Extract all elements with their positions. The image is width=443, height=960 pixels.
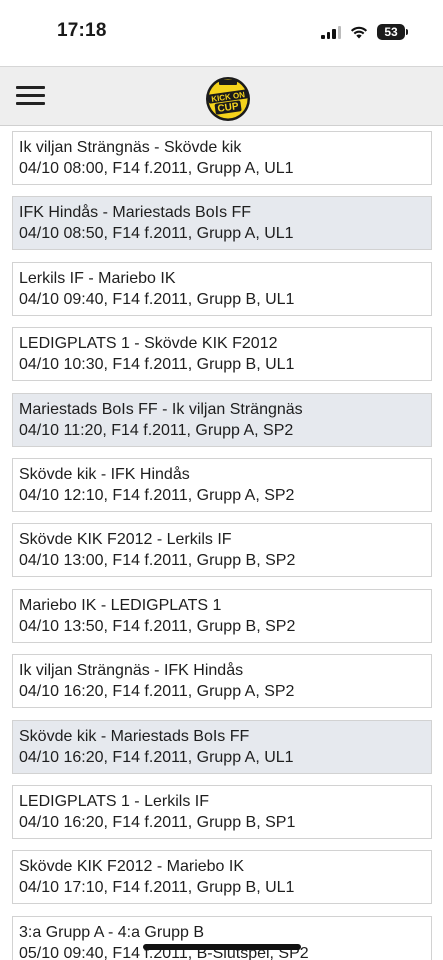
hamburger-menu-icon[interactable] — [16, 84, 46, 108]
match-info: 04/10 10:30, F14 f.2011, Grupp B, UL1 — [19, 356, 295, 374]
match-list-item[interactable]: LEDIGPLATS 1 - Skövde KIK F2012 04/10 10:… — [12, 327, 432, 382]
match-list-item[interactable]: Skövde kik - Mariestads BoIs FF 04/10 16:… — [12, 719, 432, 774]
match-list-item[interactable]: IFK Hindås - Mariestads BoIs FF 04/10 08:… — [12, 196, 432, 251]
match-list-item[interactable]: Ik viljan Strängnäs - Skövde kik 04/10 08… — [12, 131, 432, 185]
match-list-item[interactable]: Skövde kik - IFK Hindås 04/10 12:10, F14 … — [12, 457, 432, 512]
match-title: Skövde kik - IFK Hindås — [19, 465, 190, 483]
match-title: Skövde KIK F2012 - Lerkils IF — [19, 531, 232, 549]
match-info: 04/10 08:50, F14 f.2011, Grupp A, UL1 — [19, 225, 294, 243]
match-info: 04/10 09:40, F14 f.2011, Grupp B, UL1 — [19, 290, 295, 308]
match-list-item[interactable]: LEDIGPLATS 1 - Lerkils IF 04/10 16:20, F1… — [12, 784, 432, 839]
match-title: LEDIGPLATS 1 - Skövde KIK F2012 — [19, 335, 278, 353]
match-list-item[interactable]: Skövde KIK F2012 - Mariebo IK 04/10 17:10… — [12, 850, 432, 905]
match-info: 04/10 16:20, F14 f.2011, Grupp A, UL1 — [19, 748, 294, 766]
match-title: Mariebo IK - LEDIGPLATS 1 — [19, 596, 222, 614]
home-indicator[interactable] — [143, 944, 301, 950]
match-title: IFK Hindås - Mariestads BoIs FF — [19, 204, 252, 222]
match-title: 3:a Grupp A - 4:a Grupp B — [19, 923, 204, 941]
wifi-icon — [350, 26, 368, 39]
match-title: LEDIGPLATS 1 - Lerkils IF — [19, 792, 209, 810]
app-header: KICK ON CUP — [0, 66, 443, 126]
battery-icon: 53 — [377, 24, 408, 40]
match-list-item[interactable]: Ik viljan Strängnäs - IFK Hindås 04/10 16… — [12, 654, 432, 709]
match-title: Lerkils IF - Mariebo IK — [19, 269, 176, 287]
match-title: Skövde kik - Mariestads BoIs FF — [19, 727, 250, 745]
match-list-item[interactable]: Skövde KIK F2012 - Lerkils IF 04/10 13:00… — [12, 523, 432, 578]
match-info: 04/10 13:00, F14 f.2011, Grupp B, SP2 — [19, 552, 296, 570]
match-info: 04/10 13:50, F14 f.2011, Grupp B, SP2 — [19, 617, 296, 635]
match-list-item[interactable]: 3:a Grupp A - 4:a Grupp B 05/10 09:40, F1… — [12, 915, 432, 960]
status-icons: 53 — [321, 24, 408, 40]
match-list-item[interactable]: Mariestads BoIs FF - Ik viljan Strängnäs… — [12, 392, 432, 447]
match-info: 04/10 16:20, F14 f.2011, Grupp B, SP1 — [19, 813, 296, 831]
match-title: Mariestads BoIs FF - Ik viljan Strängnäs — [19, 400, 303, 418]
cellular-signal-icon — [321, 25, 341, 39]
status-time: 17:18 — [57, 20, 107, 41]
status-bar: 17:18 53 — [0, 0, 443, 66]
match-info: 04/10 16:20, F14 f.2011, Grupp A, SP2 — [19, 683, 295, 701]
match-info: 04/10 08:00, F14 f.2011, Grupp A, UL1 — [19, 160, 294, 177]
match-title: Skövde KIK F2012 - Mariebo IK — [19, 858, 244, 876]
match-title: Ik viljan Strängnäs - Skövde kik — [19, 139, 242, 156]
match-info: 04/10 11:20, F14 f.2011, Grupp A, SP2 — [19, 421, 294, 439]
match-list-item[interactable]: Lerkils IF - Mariebo IK 04/10 09:40, F14 … — [12, 261, 432, 316]
match-info: 04/10 12:10, F14 f.2011, Grupp A, SP2 — [19, 486, 295, 504]
match-title: Ik viljan Strängnäs - IFK Hindås — [19, 662, 244, 680]
match-list-item[interactable]: Mariebo IK - LEDIGPLATS 1 04/10 13:50, F1… — [12, 588, 432, 643]
match-list: Ik viljan Strängnäs - Skövde kik 04/10 08… — [12, 131, 432, 960]
kick-on-cup-logo[interactable]: KICK ON CUP — [204, 75, 252, 123]
match-info: 04/10 17:10, F14 f.2011, Grupp B, UL1 — [19, 879, 295, 897]
